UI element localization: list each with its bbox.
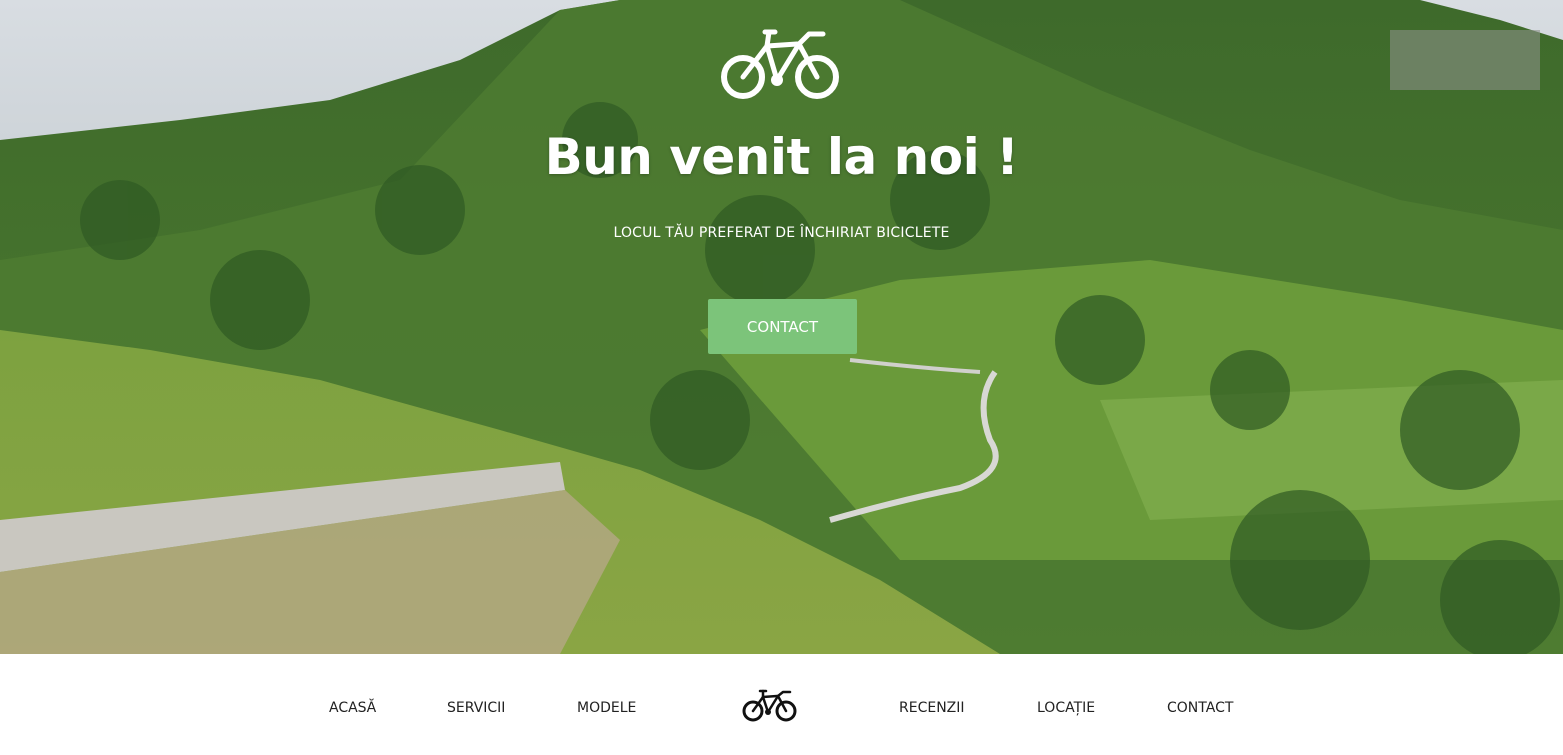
nav-item-servicii[interactable]: SERVICII	[447, 700, 505, 716]
contact-button[interactable]: CONTACT	[708, 299, 857, 354]
nav-item-modele[interactable]: MODELE	[577, 700, 636, 716]
hero-section: Bun venit la noi ! LOCUL TĂU PREFERAT DE…	[0, 0, 1563, 654]
nav-item-recenzii[interactable]: RECENZII	[899, 700, 965, 716]
nav-item-acasa[interactable]: ACASĂ	[329, 700, 376, 716]
nav-item-contact[interactable]: CONTACT	[1167, 700, 1233, 716]
bicycle-icon[interactable]	[741, 687, 799, 723]
hero-title: Bun venit la noi !	[544, 128, 1019, 186]
bicycle-icon	[721, 29, 839, 99]
main-navigation: ACASĂ SERVICII MODELE RECENZII LOCAȚIE C…	[0, 654, 1563, 755]
hero-subtitle: LOCUL TĂU PREFERAT DE ÎNCHIRIAT BICICLET…	[613, 225, 950, 241]
nav-item-locatie[interactable]: LOCAȚIE	[1037, 700, 1095, 716]
